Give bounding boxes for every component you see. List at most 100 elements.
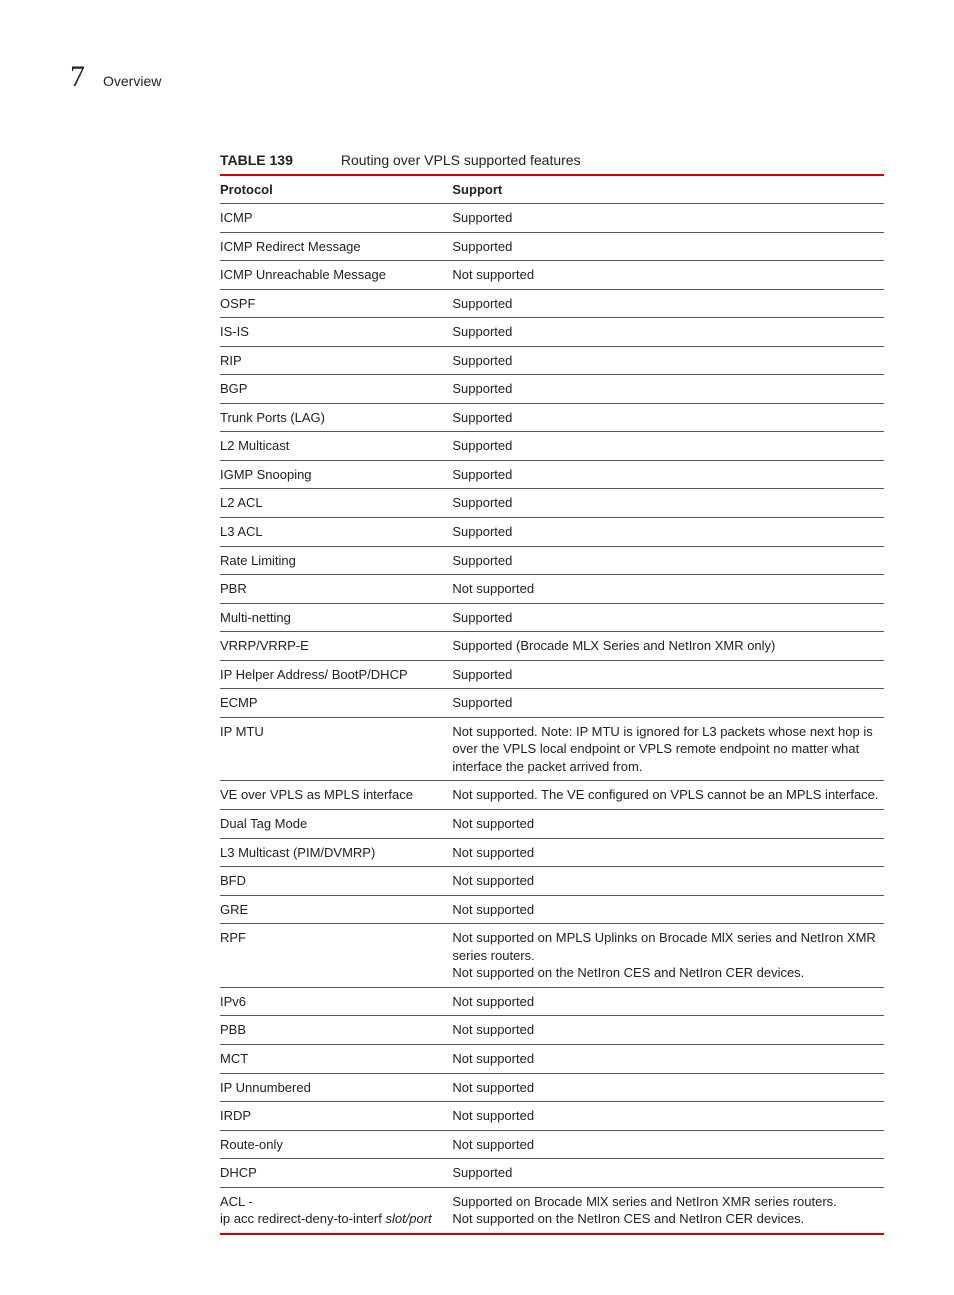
cell-protocol: ICMP	[220, 204, 452, 233]
cell-protocol: L3 ACL	[220, 518, 452, 547]
cell-support: Not supported	[452, 575, 884, 604]
cell-support: Not supported on MPLS Uplinks on Brocade…	[452, 924, 884, 988]
cell-support: Not supported. The VE configured on VPLS…	[452, 781, 884, 810]
table-row: BGPSupported	[220, 375, 884, 404]
cell-protocol: L2 ACL	[220, 489, 452, 518]
cell-support: Not supported. Note: IP MTU is ignored f…	[452, 717, 884, 781]
cell-support: Supported	[452, 318, 884, 347]
cell-support: Not supported	[452, 1016, 884, 1045]
cell-protocol: IP MTU	[220, 717, 452, 781]
cell-protocol: RPF	[220, 924, 452, 988]
cell-protocol: ACL -ip acc redirect-deny-to-interf slot…	[220, 1187, 452, 1234]
cell-protocol: ICMP Unreachable Message	[220, 261, 452, 290]
cell-support: Not supported	[452, 261, 884, 290]
cell-support: Supported	[452, 403, 884, 432]
table-row: ACL -ip acc redirect-deny-to-interf slot…	[220, 1187, 884, 1234]
table-row: L3 ACLSupported	[220, 518, 884, 547]
cell-protocol: PBR	[220, 575, 452, 604]
table-row: Multi-nettingSupported	[220, 603, 884, 632]
table-row: L2 MulticastSupported	[220, 432, 884, 461]
cell-support: Supported	[452, 660, 884, 689]
cell-protocol: GRE	[220, 895, 452, 924]
cell-support: Supported	[452, 375, 884, 404]
table-row: ECMPSupported	[220, 689, 884, 718]
cell-support: Not supported	[452, 895, 884, 924]
table-row: VE over VPLS as MPLS interfaceNot suppor…	[220, 781, 884, 810]
cell-protocol: BGP	[220, 375, 452, 404]
running-header: 7 Overview	[70, 60, 884, 94]
table-row: IP Helper Address/ BootP/DHCPSupported	[220, 660, 884, 689]
table-row: VRRP/VRRP-ESupported (Brocade MLX Series…	[220, 632, 884, 661]
cell-protocol: ECMP	[220, 689, 452, 718]
col-support: Support	[452, 175, 884, 204]
cell-protocol: ICMP Redirect Message	[220, 232, 452, 261]
cell-support: Supported on Brocade MlX series and NetI…	[452, 1187, 884, 1234]
cell-support: Supported	[452, 689, 884, 718]
cell-protocol: PBB	[220, 1016, 452, 1045]
table-row: ICMPSupported	[220, 204, 884, 233]
table-row: IP MTUNot supported. Note: IP MTU is ign…	[220, 717, 884, 781]
cell-protocol: Route-only	[220, 1130, 452, 1159]
table-row: RPFNot supported on MPLS Uplinks on Broc…	[220, 924, 884, 988]
cell-support: Supported (Brocade MLX Series and NetIro…	[452, 632, 884, 661]
cell-support: Not supported	[452, 838, 884, 867]
cell-support: Supported	[452, 518, 884, 547]
table-row: L2 ACLSupported	[220, 489, 884, 518]
cell-support: Not supported	[452, 1073, 884, 1102]
cell-protocol: L2 Multicast	[220, 432, 452, 461]
cell-support: Not supported	[452, 810, 884, 839]
table-header-row: Protocol Support	[220, 175, 884, 204]
cell-protocol: L3 Multicast (PIM/DVMRP)	[220, 838, 452, 867]
table-caption: TABLE 139 Routing over VPLS supported fe…	[220, 152, 884, 168]
cell-protocol: VE over VPLS as MPLS interface	[220, 781, 452, 810]
cell-protocol: Dual Tag Mode	[220, 810, 452, 839]
cell-protocol: IGMP Snooping	[220, 460, 452, 489]
cell-protocol: VRRP/VRRP-E	[220, 632, 452, 661]
cell-protocol: IRDP	[220, 1102, 452, 1131]
cell-support: Supported	[452, 432, 884, 461]
cell-protocol: RIP	[220, 346, 452, 375]
table-row: Trunk Ports (LAG)Supported	[220, 403, 884, 432]
table-row: IGMP SnoopingSupported	[220, 460, 884, 489]
features-table: Protocol Support ICMPSupportedICMP Redir…	[220, 174, 884, 1235]
cell-support: Supported	[452, 603, 884, 632]
table-row: IPv6Not supported	[220, 987, 884, 1016]
table-row: Route-onlyNot supported	[220, 1130, 884, 1159]
table-row: ICMP Redirect MessageSupported	[220, 232, 884, 261]
table-label: TABLE 139	[220, 152, 293, 168]
table-row: Rate LimitingSupported	[220, 546, 884, 575]
cell-protocol: MCT	[220, 1044, 452, 1073]
cell-support: Supported	[452, 460, 884, 489]
table-row: L3 Multicast (PIM/DVMRP)Not supported	[220, 838, 884, 867]
cell-support: Supported	[452, 204, 884, 233]
table-row: BFDNot supported	[220, 867, 884, 896]
cell-protocol: Multi-netting	[220, 603, 452, 632]
table-title: Routing over VPLS supported features	[341, 152, 581, 168]
cell-protocol: IP Unnumbered	[220, 1073, 452, 1102]
cell-support: Not supported	[452, 987, 884, 1016]
table-row: PBRNot supported	[220, 575, 884, 604]
table-container: TABLE 139 Routing over VPLS supported fe…	[220, 152, 884, 1235]
cell-protocol: DHCP	[220, 1159, 452, 1188]
cell-support: Supported	[452, 546, 884, 575]
cell-support: Supported	[452, 289, 884, 318]
cell-protocol: IP Helper Address/ BootP/DHCP	[220, 660, 452, 689]
table-row: RIPSupported	[220, 346, 884, 375]
cell-support: Supported	[452, 489, 884, 518]
cell-support: Supported	[452, 232, 884, 261]
table-row: IRDPNot supported	[220, 1102, 884, 1131]
cell-protocol: Rate Limiting	[220, 546, 452, 575]
table-row: IS-ISSupported	[220, 318, 884, 347]
cell-protocol: IPv6	[220, 987, 452, 1016]
table-row: PBBNot supported	[220, 1016, 884, 1045]
table-row: OSPFSupported	[220, 289, 884, 318]
col-protocol: Protocol	[220, 175, 452, 204]
cell-support: Supported	[452, 346, 884, 375]
table-row: IP UnnumberedNot supported	[220, 1073, 884, 1102]
table-row: ICMP Unreachable MessageNot supported	[220, 261, 884, 290]
cell-support: Not supported	[452, 1130, 884, 1159]
table-row: MCTNot supported	[220, 1044, 884, 1073]
chapter-title: Overview	[103, 73, 161, 89]
cell-protocol: Trunk Ports (LAG)	[220, 403, 452, 432]
table-row: Dual Tag ModeNot supported	[220, 810, 884, 839]
